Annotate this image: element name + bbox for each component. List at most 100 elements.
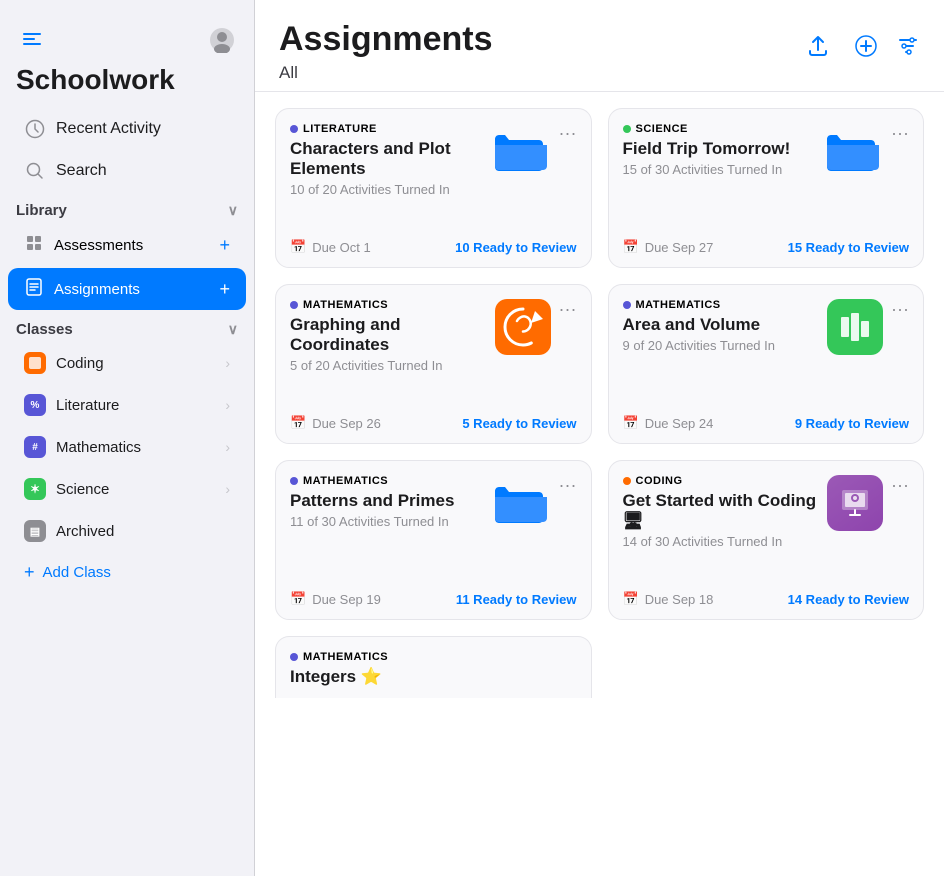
sidebar-item-search[interactable]: Search [8,151,246,191]
card-1-more-button[interactable]: ··· [559,123,577,144]
search-label: Search [56,162,107,180]
card-2-subtitle: 15 of 30 Activities Turned In [623,162,824,177]
partial-row: MATHEMATICS Integers ⭐ [275,636,924,698]
recent-activity-label: Recent Activity [56,120,161,138]
sidebar-item-recent-activity[interactable]: Recent Activity [8,109,246,149]
assignment-card-4[interactable]: MATHEMATICS Area and Volume 9 of 20 Acti… [608,284,925,444]
assignment-card-2[interactable]: SCIENCE Field Trip Tomorrow! 15 of 30 Ac… [608,108,925,268]
assignment-card-3[interactable]: MATHEMATICS Graphing and Coordinates 5 o… [275,284,592,444]
card-5-title: Patterns and Primes [290,491,491,511]
sidebar-item-literature[interactable]: % Literature › [8,385,246,425]
header-title-area: Assignments All [279,20,493,83]
card-3-title: Graphing and Coordinates [290,315,495,355]
cards-container: LITERATURE Characters and Plot Elements … [255,92,944,876]
classes-chevron-icon[interactable]: ∨ [228,321,238,338]
sidebar-item-archived[interactable]: ▤ Archived [8,511,246,551]
card-5-due: 📅 Due Sep 19 [290,591,381,607]
add-class-button[interactable]: + Add Class [8,553,246,592]
card-4-more-button[interactable]: ··· [891,299,909,320]
card-4-subject: MATHEMATICS [623,299,828,311]
assignment-card-1[interactable]: LITERATURE Characters and Plot Elements … [275,108,592,268]
assignments-icon [24,277,44,301]
assignments-add-button[interactable]: + [219,279,230,300]
add-assignment-button[interactable] [848,28,884,64]
archived-class-icon: ▤ [24,520,46,542]
card-2-subject: SCIENCE [623,123,824,135]
card-4-title: Area and Volume [623,315,828,335]
coding-chevron-icon: › [225,355,230,371]
coding-class-icon [24,352,46,374]
main-content: Assignments All [255,0,944,876]
card-3-more-button[interactable]: ··· [559,299,577,320]
export-button[interactable] [800,28,836,64]
card-6-review: 14 Ready to Review [788,592,909,607]
card-6-subtitle: 14 of 30 Activities Turned In [623,534,828,549]
assignment-card-6[interactable]: CODING Get Started with Coding 🖥 14 of 3… [608,460,925,620]
card-1-subject-dot [290,125,298,133]
page-title: Assignments [279,20,493,59]
science-chevron-icon: › [225,481,230,497]
card-4-due: 📅 Due Sep 24 [623,415,714,431]
sidebar-item-assessments[interactable]: Assessments + [8,224,246,266]
card-2-icon [823,123,883,180]
sidebar-item-assignments[interactable]: Assignments + [8,268,246,310]
science-class-icon: ✶ [24,478,46,500]
card-3-due: 📅 Due Sep 26 [290,415,381,431]
filter-label: All [279,63,493,83]
filter-button[interactable] [896,34,920,58]
card-4-subtitle: 9 of 20 Activities Turned In [623,338,828,353]
mathematics-chevron-icon: › [225,439,230,455]
card-1-title: Characters and Plot Elements [290,139,491,179]
card-2-due: 📅 Due Sep 27 [623,239,714,255]
card-3-review: 5 Ready to Review [462,416,576,431]
sidebar-item-science[interactable]: ✶ Science › [8,469,246,509]
card-4-icon [827,299,883,355]
keynote-app-icon [827,475,883,531]
partial-card-subject: MATHEMATICS [290,651,577,663]
card-1-subtitle: 10 of 20 Activities Turned In [290,182,491,197]
card-1-review: 10 Ready to Review [455,240,576,255]
assignment-card-partial[interactable]: MATHEMATICS Integers ⭐ [275,636,592,698]
card-1-due: 📅 Due Oct 1 [290,239,371,255]
card-5-subtitle: 11 of 30 Activities Turned In [290,514,491,529]
mathematics-label: Mathematics [56,439,141,456]
card-6-subject-dot [623,477,631,485]
assessments-add-button[interactable]: + [219,235,230,256]
card-2-review: 15 Ready to Review [788,240,909,255]
card-4-review: 9 Ready to Review [795,416,909,431]
profile-button[interactable] [206,24,238,56]
card-6-due: 📅 Due Sep 18 [623,591,714,607]
calendar-icon-5: 📅 [290,591,306,607]
card-6-title: Get Started with Coding 🖥 [623,491,828,531]
card-3-subject-dot [290,301,298,309]
card-5-more-button[interactable]: ··· [559,475,577,496]
search-icon [24,160,46,182]
assignment-card-5[interactable]: MATHEMATICS Patterns and Primes 11 of 30… [275,460,592,620]
mathematics-class-icon: # [24,436,46,458]
literature-class-icon: % [24,394,46,416]
library-chevron-icon[interactable]: ∨ [228,202,238,219]
coding-label: Coding [56,355,104,372]
calendar-icon: 📅 [290,239,306,255]
sidebar-item-coding[interactable]: Coding › [8,343,246,383]
header-actions [800,20,920,64]
card-5-subject-dot [290,477,298,485]
calendar-icon-3: 📅 [290,415,306,431]
sidebar-item-mathematics[interactable]: # Mathematics › [8,427,246,467]
card-5-subject: MATHEMATICS [290,475,491,487]
calendar-icon-4: 📅 [623,415,639,431]
partial-card-title: Integers ⭐ [290,667,577,687]
numbers-app-icon [827,299,883,355]
literature-chevron-icon: › [225,397,230,413]
calendar-icon-6: 📅 [623,591,639,607]
sidebar-toggle-button[interactable] [16,24,48,56]
archived-label: Archived [56,523,114,540]
card-3-subject: MATHEMATICS [290,299,495,311]
literature-label: Literature [56,397,119,414]
card-6-more-button[interactable]: ··· [891,475,909,496]
assessments-icon [24,233,44,257]
card-2-more-button[interactable]: ··· [891,123,909,144]
card-4-subject-dot [623,301,631,309]
card-1-subject: LITERATURE [290,123,491,135]
library-header-label: Library [16,202,67,219]
